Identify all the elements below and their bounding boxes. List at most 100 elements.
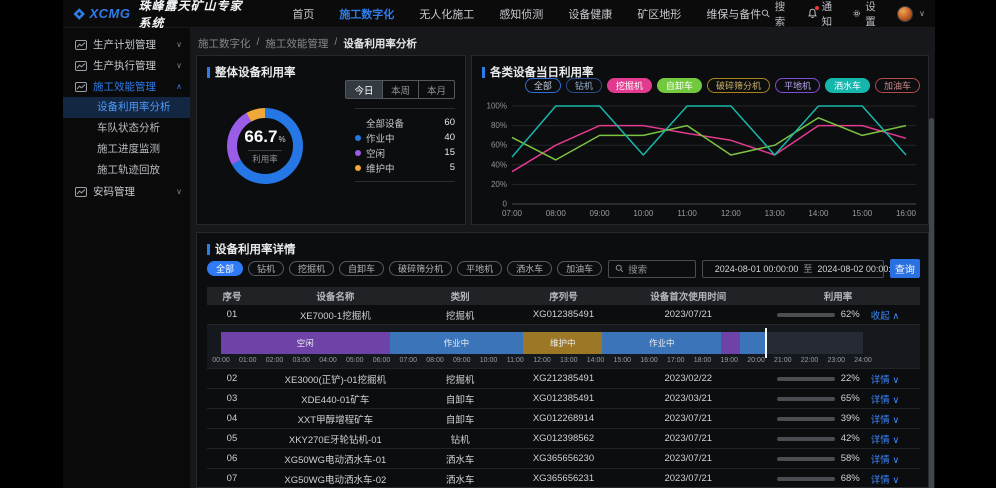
svg-text:60%: 60% (491, 141, 507, 150)
nav-item[interactable]: 维保与备件 (706, 6, 761, 22)
sidebar-item[interactable]: 施工轨迹回放 (63, 160, 190, 181)
detail-link[interactable]: 详情 ∨ (871, 372, 900, 386)
filter-pill-平地机[interactable]: 平地机 (775, 78, 820, 93)
nav-item[interactable]: 设备健康 (568, 6, 612, 22)
scrollbar[interactable] (929, 118, 934, 488)
settings-button[interactable]: 设置 (852, 0, 883, 29)
sidebar-item[interactable]: 设备利用率分析 (63, 97, 190, 118)
breadcrumb-item[interactable]: 施工数字化 (198, 36, 251, 51)
axis-tick: 06:00 (373, 357, 391, 364)
period-tabs: 今日本周本月 (345, 80, 455, 99)
tab-今日[interactable]: 今日 (346, 81, 382, 98)
sidebar-group-item[interactable]: 生产计划管理∨ (63, 34, 190, 55)
module-icon (75, 40, 87, 50)
table-cell: XXT甲醇增程矿车 (257, 412, 414, 426)
status-timeline: 空闲作业中维护中作业中00:0001:0002:0003:0004:0005:0… (207, 325, 920, 369)
sidebar-item[interactable]: 施工进度监测 (63, 139, 190, 160)
table-cell: XG365656230 (506, 453, 620, 464)
axis-tick: 16:00 (640, 357, 658, 364)
filter-pill-全部[interactable]: 全部 (525, 78, 561, 93)
axis-tick: 10:00 (480, 357, 498, 364)
chevron-down-icon: ∨ (176, 61, 182, 70)
legend-value: 5 (450, 162, 455, 173)
sidebar-group-item[interactable]: 安码管理∨ (63, 181, 190, 202)
table-row[interactable]: 05XKY270E牙轮钻机-01钻机XG0123985622023/07/214… (207, 429, 920, 449)
sidebar-group-item[interactable]: 施工效能管理∧ (63, 76, 190, 97)
table-cell: 03 (207, 393, 257, 404)
axis-tick: 23:00 (827, 357, 845, 364)
detail-link[interactable]: 详情 ∨ (871, 472, 900, 486)
filter-pill-钻机[interactable]: 钻机 (566, 78, 602, 93)
page-body: 生产计划管理∨生产执行管理∨施工效能管理∧设备利用率分析车队状态分析施工进度监测… (63, 28, 935, 488)
utilization-bar (777, 397, 835, 401)
sidebar-menu: 生产计划管理∨生产执行管理∨施工效能管理∧设备利用率分析车队状态分析施工进度监测… (63, 34, 190, 202)
axis-tick: 24:00 (854, 357, 872, 364)
avatar (897, 6, 913, 22)
detail-link[interactable]: 详情 ∨ (871, 392, 900, 406)
filter-pill-破碎筛分机[interactable]: 破碎筛分机 (707, 78, 770, 93)
axis-tick: 04:00 (319, 357, 337, 364)
sidebar-group-item[interactable]: 生产执行管理∨ (63, 55, 190, 76)
collapse-link[interactable]: 收起 ∧ (871, 308, 900, 322)
tab-本月[interactable]: 本月 (418, 81, 454, 98)
table-row[interactable]: 04XXT甲醇增程矿车自卸车XG0122689142023/07/2139%详情… (207, 409, 920, 429)
search-button[interactable]: 搜索 (761, 0, 792, 29)
nav-item[interactable]: 无人化施工 (419, 6, 474, 22)
utilization-cell: 58%详情 ∨ (756, 452, 920, 466)
timeline-segment-作业中: 作业中 (390, 332, 524, 354)
nav-item[interactable]: 矿区地形 (637, 6, 681, 22)
filter-pill-挖掘机[interactable]: 挖掘机 (289, 261, 334, 276)
utilization-bar (777, 477, 835, 481)
detail-link[interactable]: 详情 ∨ (871, 412, 900, 426)
sidebar-group-label: 生产计划管理 (93, 37, 176, 52)
column-header: 设备名称 (257, 289, 414, 303)
filter-pill-洒水车[interactable]: 洒水车 (507, 261, 552, 276)
detail-link[interactable]: 详情 ∨ (871, 452, 900, 466)
filter-pill-挖掘机[interactable]: 挖掘机 (607, 78, 652, 93)
panel-title: 整体设备利用率 (207, 64, 296, 80)
table-row[interactable]: 01XE7000-1挖掘机挖掘机XG0123854912023/07/2162%… (207, 305, 920, 325)
filter-pill-平地机[interactable]: 平地机 (457, 261, 502, 276)
date-range-picker[interactable]: 2024-08-01 00:00:00 至 2024-08-02 00:00:0… (702, 260, 884, 278)
nav-item[interactable]: 感知侦测 (499, 6, 543, 22)
table-cell: XDE440-01矿车 (257, 392, 414, 406)
tab-本周[interactable]: 本周 (382, 81, 418, 98)
filter-pill-自卸车[interactable]: 自卸车 (339, 261, 384, 276)
user-menu[interactable]: ∨ (897, 6, 925, 22)
notifications-button[interactable]: 通知 (807, 0, 838, 29)
column-header: 序列号 (506, 289, 620, 303)
query-button[interactable]: 查询 (890, 259, 920, 278)
filter-pill-自卸车[interactable]: 自卸车 (657, 78, 702, 93)
gear-icon (852, 8, 861, 19)
nav-item[interactable]: 施工数字化 (339, 6, 394, 22)
timeline-axis: 00:0001:0002:0003:0004:0005:0006:0007:00… (221, 357, 863, 367)
table-row[interactable]: 03XDE440-01矿车自卸车XG0123854912023/03/2165%… (207, 389, 920, 409)
date-to: 2024-08-02 00:00:00 (817, 264, 901, 274)
nav-item[interactable]: 首页 (292, 6, 314, 22)
filter-pill-钻机[interactable]: 钻机 (248, 261, 284, 276)
svg-text:07:00: 07:00 (502, 209, 523, 218)
detail-link[interactable]: 详情 ∨ (871, 432, 900, 446)
overall-utilization-panel: 整体设备利用率 今日本周本月 66.7% 利用率 全部设备60作业中40空闲15… (196, 55, 466, 225)
utilization-percent: 39% (841, 413, 865, 424)
current-time-marker (765, 328, 767, 358)
table-cell: XG012385491 (506, 309, 620, 320)
date-from: 2024-08-01 00:00:00 (715, 264, 799, 274)
svg-text:0: 0 (503, 200, 508, 209)
table-row[interactable]: 07XG50WG电动洒水车-02洒水车XG3656562312023/07/21… (207, 469, 920, 488)
table-row[interactable]: 02XE3000(正铲)-01挖掘机挖掘机XG2123854912023/02/… (207, 369, 920, 389)
search-input[interactable]: 搜索 (608, 260, 696, 278)
filter-pill-全部[interactable]: 全部 (207, 261, 243, 276)
breadcrumb-item[interactable]: 设备利用率分析 (343, 36, 417, 51)
breadcrumb-item[interactable]: 施工效能管理 (265, 36, 328, 51)
table-row[interactable]: 06XG50WG电动洒水车-01洒水车XG3656562302023/07/21… (207, 449, 920, 469)
table-cell: 钻机 (414, 432, 507, 446)
filter-pill-加油车[interactable]: 加油车 (875, 78, 920, 93)
filter-pill-破碎筛分机[interactable]: 破碎筛分机 (389, 261, 452, 276)
filter-pill-加油车[interactable]: 加油车 (557, 261, 602, 276)
filter-pill-洒水车[interactable]: 洒水车 (825, 78, 870, 93)
sidebar-item[interactable]: 车队状态分析 (63, 118, 190, 139)
breadcrumb-separator: / (257, 36, 260, 51)
utilization-bar (777, 437, 835, 441)
utilization-percent: 42% (841, 433, 865, 444)
